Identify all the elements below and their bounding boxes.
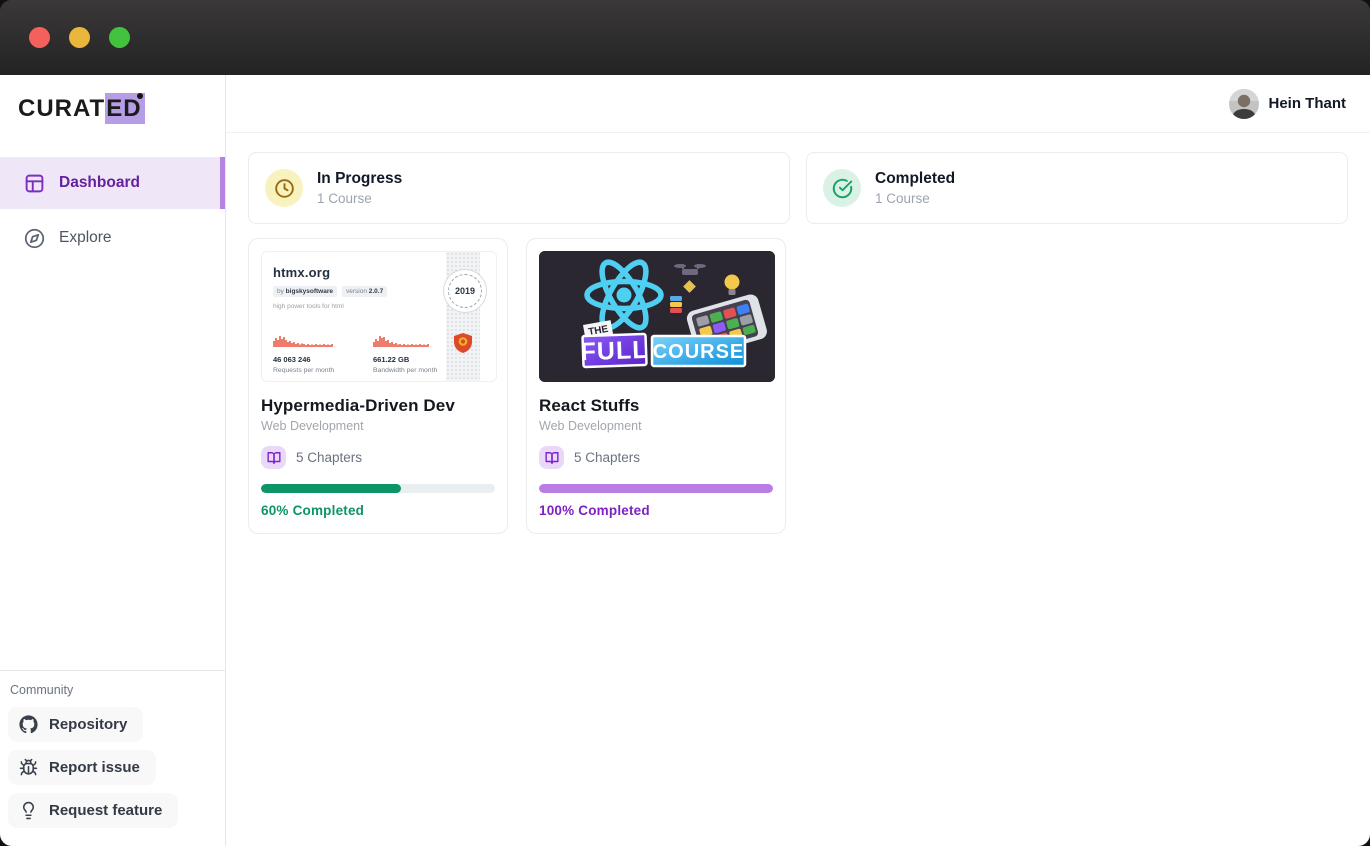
course-card-react[interactable]: THE FULL COURSE (526, 238, 786, 534)
sidebar-item-label: Dashboard (59, 174, 140, 192)
htmx-bandwidth-label: Bandwidth per month (373, 367, 447, 374)
htmx-byline-badge: by bigskysoftware (273, 286, 337, 297)
progress-label: 100% Completed (539, 503, 773, 518)
course-thumbnail-htmx: htmx.org by bigskysoftware version 2.0.7… (261, 251, 497, 382)
user-avatar[interactable] (1229, 89, 1259, 119)
stat-card-completed: Completed 1 Course (806, 152, 1348, 224)
community-item-label: Report issue (49, 759, 140, 776)
full-word-text: FULL (580, 336, 649, 366)
stat-card-in-progress: In Progress 1 Course (248, 152, 790, 224)
course-word-text: COURSE (653, 341, 745, 363)
progress-bar (261, 484, 495, 493)
progress-bar (539, 484, 773, 493)
sidebar-item-report-issue[interactable]: Report issue (8, 750, 156, 785)
bug-icon (19, 758, 38, 777)
full-word: FULL (580, 334, 649, 367)
user-name[interactable]: Hein Thant (1269, 95, 1347, 112)
htmx-award-stamp: 2019 (443, 269, 487, 313)
course-thumbnail-react: THE FULL COURSE (539, 251, 775, 382)
htmx-requests-label: Requests per month (273, 367, 347, 374)
sidebar-item-repository[interactable]: Repository (8, 707, 143, 742)
htmx-version-badge: version 2.0.7 (342, 286, 387, 297)
window-titlebar (0, 0, 1370, 75)
htmx-stat-bandwidth: 661.22 GB Bandwidth per month (373, 334, 447, 374)
main-header: Hein Thant (226, 75, 1370, 133)
course-word: COURSE (652, 336, 745, 366)
sidebar-item-request-feature[interactable]: Request feature (8, 793, 178, 828)
htmx-bandwidth-value: 661.22 GB (373, 355, 447, 364)
progress-bar-fill (261, 484, 401, 493)
course-category: Web Development (539, 419, 773, 433)
clock-icon (265, 169, 303, 207)
book-open-icon (261, 446, 286, 469)
lightbulb-icon (19, 801, 38, 820)
dashboard-content: In Progress 1 Course Completed 1 Cou (226, 133, 1370, 553)
course-chapters: 5 Chapters (296, 450, 362, 465)
community-section: Community Repository (0, 670, 225, 846)
main-area: Hein Thant In Progress 1 Course (226, 75, 1370, 846)
stat-count: 1 Course (317, 191, 402, 206)
progress-bar-fill (539, 484, 773, 493)
zoom-window-button[interactable] (109, 27, 130, 48)
app-logo: CURATED (18, 95, 145, 123)
logo-text: CURAT (18, 95, 105, 122)
course-category: Web Development (261, 419, 495, 433)
close-window-button[interactable] (29, 27, 50, 48)
logo-highlight: ED (105, 93, 144, 124)
community-item-label: Request feature (49, 802, 162, 819)
sparkline-chart (273, 334, 347, 347)
course-title: React Stuffs (539, 396, 773, 416)
course-card-hypermedia[interactable]: htmx.org by bigskysoftware version 2.0.7… (248, 238, 508, 534)
htmx-stat-requests: 46 063 246 Requests per month (273, 334, 347, 374)
book-open-icon (539, 446, 564, 469)
sidebar: CURATED Dashboard Explore (0, 75, 226, 846)
minimize-window-button[interactable] (69, 27, 90, 48)
community-section-label: Community (8, 679, 215, 707)
app-window: CURATED Dashboard Explore (0, 0, 1370, 846)
course-title: Hypermedia-Driven Dev (261, 396, 495, 416)
github-icon (19, 715, 38, 734)
stat-count: 1 Course (875, 191, 955, 206)
sidebar-item-dashboard[interactable]: Dashboard (0, 157, 225, 209)
progress-label: 60% Completed (261, 503, 495, 518)
check-circle-icon (823, 169, 861, 207)
sidebar-item-label: Explore (59, 229, 112, 247)
sparkline-chart (373, 334, 447, 347)
shield-badge-icon (454, 333, 472, 358)
dashboard-icon (24, 173, 45, 194)
htmx-requests-value: 46 063 246 (273, 355, 347, 364)
course-chapters: 5 Chapters (574, 450, 640, 465)
compass-icon (24, 228, 45, 249)
community-item-label: Repository (49, 716, 127, 733)
stat-title: Completed (875, 170, 955, 188)
stat-title: In Progress (317, 170, 402, 188)
htmx-award-year: 2019 (448, 274, 482, 308)
tile-stack-illustration (670, 296, 682, 313)
sidebar-item-explore[interactable]: Explore (0, 212, 225, 264)
